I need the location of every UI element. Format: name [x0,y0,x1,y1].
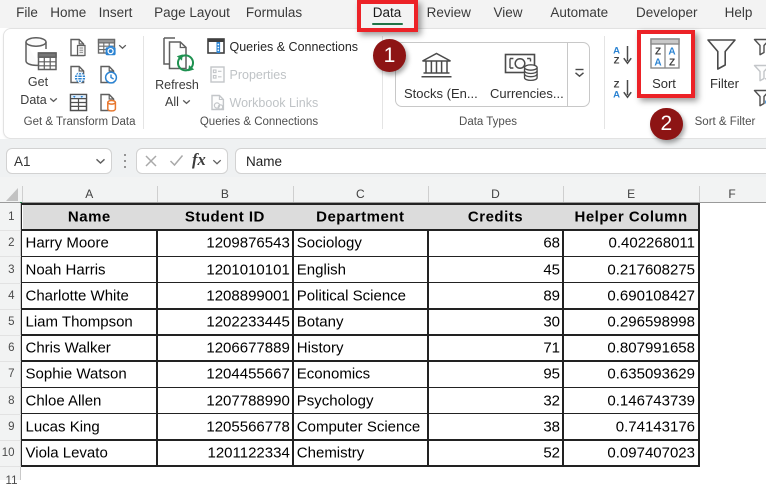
svg-text:A: A [613,90,620,101]
svg-text:Z: Z [613,56,619,67]
